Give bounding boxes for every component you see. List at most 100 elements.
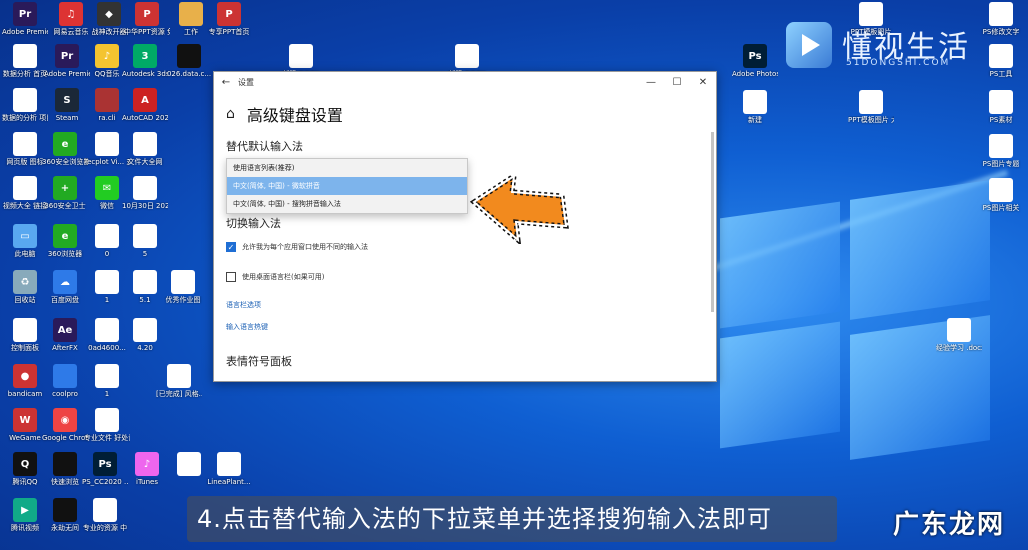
- app-icon: ◆: [97, 2, 121, 26]
- desktop-icon[interactable]: 4.20: [122, 318, 168, 353]
- minimize-button[interactable]: —: [638, 77, 664, 88]
- app-icon: [133, 318, 157, 342]
- checkbox-unchecked-icon[interactable]: [226, 272, 236, 282]
- desktop-icon[interactable]: e 360浏览器: [42, 224, 88, 259]
- desktop-icon[interactable]: ♪ iTunes: [124, 452, 170, 487]
- brand-logo: 懂视生活 51DONGSHI.COM: [786, 22, 986, 72]
- app-icon: [95, 88, 119, 112]
- desktop-icon[interactable]: LineaPlant...: [206, 452, 252, 487]
- desktop-icon[interactable]: Ps PS_CC2020 ...: [82, 452, 128, 487]
- app-icon: ♪: [95, 44, 119, 68]
- desktop-icon[interactable]: P 专享PPT首页: [206, 2, 252, 37]
- app-icon: Ps: [93, 452, 117, 476]
- per-app-input-checkbox-row[interactable]: ✓ 允许我为每个应用窗口使用不同的输入法: [226, 242, 368, 252]
- pointer-arrow-icon: [470, 172, 569, 244]
- desktop-icon[interactable]: [已完成] 风格...: [156, 364, 202, 399]
- app-icon: W: [13, 408, 37, 432]
- desktop-icon[interactable]: ☁ 百度网盘: [42, 270, 88, 305]
- desktop-icon[interactable]: 经验学习 .docx: [936, 318, 982, 353]
- app-icon: Ae: [53, 318, 77, 342]
- app-icon: [947, 318, 971, 342]
- desktop-icon[interactable]: 5: [122, 224, 168, 259]
- checkbox-checked-icon[interactable]: ✓: [226, 242, 236, 252]
- app-icon: [179, 2, 203, 26]
- app-icon: [859, 90, 883, 114]
- desktop-icon[interactable]: 文件大全网: [122, 132, 168, 167]
- app-icon: ♻: [13, 270, 37, 294]
- desktop-icon-label: 数据的分析 项目: [2, 114, 48, 122]
- langbar-options-link[interactable]: 语言栏选项: [226, 300, 261, 310]
- desktop-icon-label: 360浏览器: [47, 250, 83, 258]
- app-icon: Pr: [13, 2, 37, 26]
- app-icon: [13, 176, 37, 200]
- desktop-icon[interactable]: 数据的分析 项目: [2, 88, 48, 123]
- app-icon: [53, 498, 77, 522]
- section-switch-input: 切换输入法: [226, 217, 281, 230]
- desktop-icon-label: 经验学习 .docx: [936, 344, 982, 352]
- desktop-icon[interactable]: 10月30日 2021: [122, 176, 168, 211]
- desktop-icon[interactable]: coolpro: [42, 364, 88, 399]
- input-hotkeys-link[interactable]: 输入语言热键: [226, 322, 268, 332]
- watermark: 广东龙网: [893, 510, 1006, 540]
- section-default-input: 替代默认输入法: [226, 140, 303, 153]
- close-button[interactable]: ✕: [690, 77, 716, 88]
- desktop-icon[interactable]: P 中华PPT资源 免费网...: [124, 2, 170, 37]
- desktop-langbar-checkbox-row[interactable]: 使用桌面语言栏(如果可用): [226, 272, 324, 282]
- app-icon: +: [53, 176, 77, 200]
- home-icon[interactable]: ⌂: [226, 106, 235, 122]
- desktop-icon[interactable]: PPT模板图片 大小: [848, 90, 894, 125]
- desktop-icon[interactable]: 专业文件 好处设计: [84, 408, 130, 443]
- desktop-icon[interactable]: PS图片专题: [978, 134, 1024, 169]
- desktop-icon[interactable]: Ae AfterFX: [42, 318, 88, 353]
- app-icon: P: [217, 2, 241, 26]
- default-input-dropdown[interactable]: 使用语言列表(推荐) 中文(简体, 中国) - 微软拼音 中文(简体, 中国) …: [226, 158, 468, 214]
- desktop-icon[interactable]: 数据分析 首页: [2, 44, 48, 79]
- app-icon: ♪: [135, 452, 159, 476]
- desktop-icon[interactable]: 优秀作业图: [160, 270, 206, 305]
- desktop-icon[interactable]: e 360安全浏览器: [42, 132, 88, 167]
- app-icon: P: [135, 2, 159, 26]
- app-icon: [133, 224, 157, 248]
- desktop-icon-label: PS_CC2020 ...: [82, 478, 128, 486]
- desktop-icon[interactable]: 新建: [732, 90, 778, 125]
- app-icon: [989, 90, 1013, 114]
- app-icon: [95, 408, 119, 432]
- per-app-input-label: 允许我为每个应用窗口使用不同的输入法: [242, 243, 368, 251]
- app-icon: [53, 364, 77, 388]
- desktop-icon[interactable]: +360安全卫士: [42, 176, 88, 211]
- desktop-icon[interactable]: 1: [84, 364, 130, 399]
- app-icon: ☁: [53, 270, 77, 294]
- brand-domain: 51DONGSHI.COM: [846, 58, 951, 68]
- desktop-icon[interactable]: ◉ Google Chrome: [42, 408, 88, 443]
- desktop-icon-label: 360安全浏览器: [42, 158, 88, 166]
- maximize-button[interactable]: ☐: [664, 77, 690, 88]
- desktop-icon[interactable]: PS素材: [978, 90, 1024, 125]
- title-bar: ← 设置 — ☐ ✕: [214, 72, 716, 92]
- app-icon: [13, 132, 37, 156]
- dropdown-option-sogou-pinyin[interactable]: 中文(简体, 中国) - 搜狗拼音输入法: [227, 195, 467, 213]
- app-icon: ▭: [13, 224, 37, 248]
- app-icon: Pr: [55, 44, 79, 68]
- desktop-icon-label: PS图片相关: [982, 204, 1020, 212]
- app-icon: [95, 318, 119, 342]
- desktop-icon[interactable]: Pr Adobe Premie...: [2, 2, 48, 37]
- desktop-icon-label: 数据分析 首页: [2, 70, 48, 78]
- app-icon: e: [53, 224, 77, 248]
- desktop-icon[interactable]: Ps Adobe Photosh...: [732, 44, 778, 79]
- dropdown-option-microsoft-pinyin[interactable]: 中文(简体, 中国) - 微软拼音: [227, 177, 467, 195]
- desktop-icon[interactable]: PS图片相关: [978, 178, 1024, 213]
- desktop-icon[interactable]: 3 Autodesk 3ds Max 2020...: [122, 44, 168, 79]
- window-title: 设置: [238, 77, 254, 87]
- desktop-icon[interactable]: A AutoCAD 2020 - 简体...: [122, 88, 168, 123]
- scrollbar[interactable]: [711, 132, 714, 312]
- app-icon: e: [53, 132, 77, 156]
- desktop-icon-label: 文件大全网: [127, 158, 163, 166]
- back-arrow-icon[interactable]: ←: [214, 77, 238, 88]
- section-emoji-panel: 表情符号面板: [226, 355, 292, 368]
- dropdown-option-language-list[interactable]: 使用语言列表(推荐): [227, 159, 467, 177]
- desktop-icon-label: iTunes: [136, 478, 158, 486]
- desktop-icon-label: 360安全卫士: [44, 202, 86, 210]
- desktop-icon[interactable]: 026.data.c...: [166, 44, 212, 79]
- play-logo-icon: [786, 22, 832, 68]
- desktop-icon[interactable]: 专业的资源 中: [82, 498, 128, 533]
